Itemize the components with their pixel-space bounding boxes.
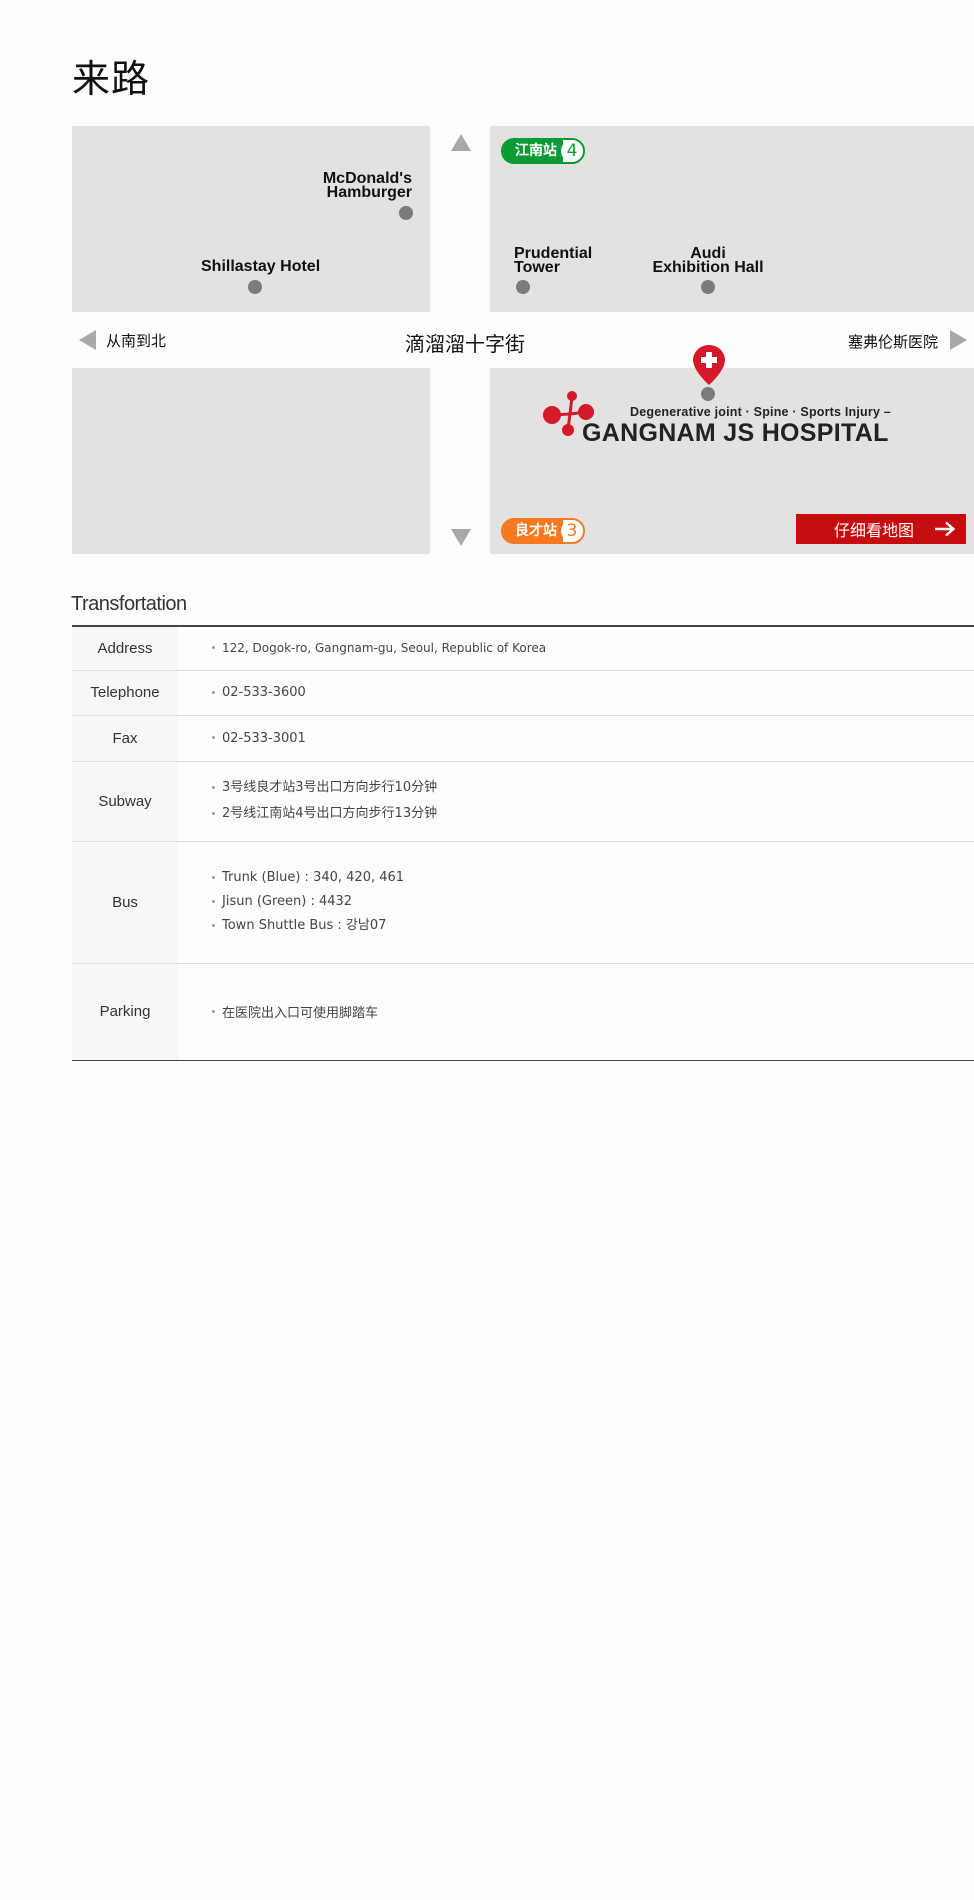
row-label-subway: Subway	[72, 761, 178, 842]
station-badge-gangnam: 江南站 4	[501, 138, 585, 164]
subway-value: 2号线江南站4号出口方向步行13分钟	[212, 801, 973, 827]
hospital-dot	[701, 387, 715, 401]
address-value: 122, Dogok-ro, Gangnam-gu, Seoul, Republ…	[212, 641, 973, 655]
station-badge-yangjae: 良才站 3	[501, 518, 585, 544]
landmark-audi-line2: Exhibition Hall	[652, 259, 764, 276]
bus-value: Trunk (Blue) : 340, 420, 461	[212, 866, 973, 890]
landmark-audi: Audi Exhibition Hall	[648, 246, 768, 276]
station-name: 江南站	[503, 138, 563, 164]
station-exit-number: 4	[561, 140, 583, 162]
view-detailed-map-label: 仔细看地图	[834, 521, 915, 540]
fax-value: 02-533-3001	[212, 731, 973, 746]
landmark-dot	[701, 280, 715, 294]
bus-value: Jisun (Green) : 4432	[212, 890, 973, 914]
street-name: 滴溜溜十字街	[405, 332, 525, 356]
landmark-dot	[248, 280, 262, 294]
row-label-fax: Fax	[72, 715, 178, 762]
landmark-mcdonalds: McDonald's Hamburger	[323, 171, 412, 201]
landmark-prudential: Prudential Tower	[514, 246, 592, 276]
table-row: Telephone 02-533-3600	[72, 670, 974, 716]
station-exit-number: 3	[561, 520, 583, 542]
table-row: Fax 02-533-3001	[72, 715, 974, 762]
direction-left-label: 从南到北	[106, 332, 167, 350]
page-title: 来路	[72, 57, 151, 101]
subway-value: 3号线良才站3号出口方向步行10分钟	[212, 775, 973, 801]
table-row: Bus Trunk (Blue) : 340, 420, 461 Jisun (…	[72, 841, 974, 964]
south-arrow-icon	[451, 529, 471, 546]
landmark-dot	[399, 206, 413, 220]
landmark-shillastay: Shillastay Hotel	[201, 258, 321, 275]
parking-value: 在医院出入口可使用脚踏车	[212, 1002, 973, 1021]
east-arrow-icon	[950, 330, 967, 350]
hospital-location-pin-icon	[693, 345, 725, 385]
row-label-parking: Parking	[72, 963, 178, 1060]
landmark-mcdonalds-line2: Hamburger	[326, 184, 412, 201]
station-name: 良才站	[503, 518, 563, 544]
west-arrow-icon	[79, 330, 96, 350]
direction-right-label: 塞弗伦斯医院	[847, 333, 938, 351]
arrow-right-icon	[935, 521, 956, 537]
row-label-address: Address	[72, 626, 178, 671]
view-detailed-map-button[interactable]: 仔细看地图	[796, 514, 966, 544]
table-row: Subway 3号线良才站3号出口方向步行10分钟 2号线江南站4号出口方向步行…	[72, 761, 974, 842]
table-row: Address 122, Dogok-ro, Gangnam-gu, Seoul…	[72, 626, 974, 671]
transportation-title: Transfortation	[71, 593, 187, 615]
row-label-telephone: Telephone	[72, 670, 178, 716]
row-label-bus: Bus	[72, 841, 178, 964]
hospital-subtitle: Degenerative joint · Spine · Sports Inju…	[630, 405, 891, 419]
telephone-value: 02-533-3600	[212, 685, 973, 700]
landmark-dot	[516, 280, 530, 294]
landmark-prudential-line2: Tower	[514, 259, 560, 276]
table-row: Parking 在医院出入口可使用脚踏车	[72, 963, 974, 1060]
transportation-table: Address 122, Dogok-ro, Gangnam-gu, Seoul…	[72, 625, 974, 1061]
bus-value: Town Shuttle Bus : 강남07	[212, 914, 973, 938]
map-block-bottom-left	[72, 368, 430, 554]
hospital-name: GANGNAM JS HOSPITAL	[582, 419, 889, 447]
north-arrow-icon	[451, 134, 471, 151]
